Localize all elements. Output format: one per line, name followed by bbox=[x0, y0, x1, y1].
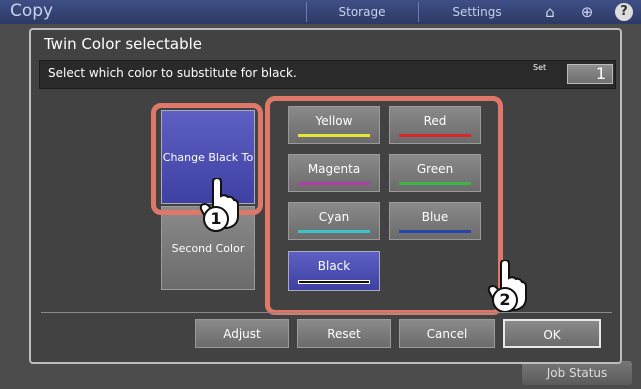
app-title: Copy bbox=[10, 1, 54, 21]
cancel-button[interactable]: Cancel bbox=[399, 319, 495, 348]
globe-icon[interactable]: ⊕ bbox=[578, 3, 596, 21]
job-status-button[interactable]: Job Status bbox=[522, 361, 632, 385]
divider bbox=[41, 312, 612, 313]
set-count-field[interactable]: 1 bbox=[567, 64, 613, 84]
app-top-bar: Copy Storage Settings ⌂ ⊕ ? bbox=[0, 0, 641, 24]
step-2-badge: 2 bbox=[492, 287, 518, 313]
tab-settings[interactable]: Settings bbox=[418, 2, 535, 22]
adjust-button[interactable]: Adjust bbox=[195, 319, 289, 348]
set-label: Set bbox=[533, 63, 547, 72]
dialog-title: Twin Color selectable bbox=[44, 35, 202, 53]
reset-button[interactable]: Reset bbox=[297, 319, 391, 348]
home-icon[interactable]: ⌂ bbox=[541, 3, 559, 21]
instruction-text: Select which color to substitute for bla… bbox=[48, 66, 297, 80]
ok-button[interactable]: OK bbox=[503, 319, 601, 348]
step2-highlight bbox=[265, 96, 503, 315]
tab-storage[interactable]: Storage bbox=[306, 2, 417, 22]
step-1-badge: 1 bbox=[203, 206, 229, 232]
instruction-bar: Select which color to substitute for bla… bbox=[39, 60, 616, 89]
twin-color-dialog: Twin Color selectable Select which color… bbox=[29, 28, 622, 364]
help-icon[interactable]: ? bbox=[615, 3, 633, 21]
